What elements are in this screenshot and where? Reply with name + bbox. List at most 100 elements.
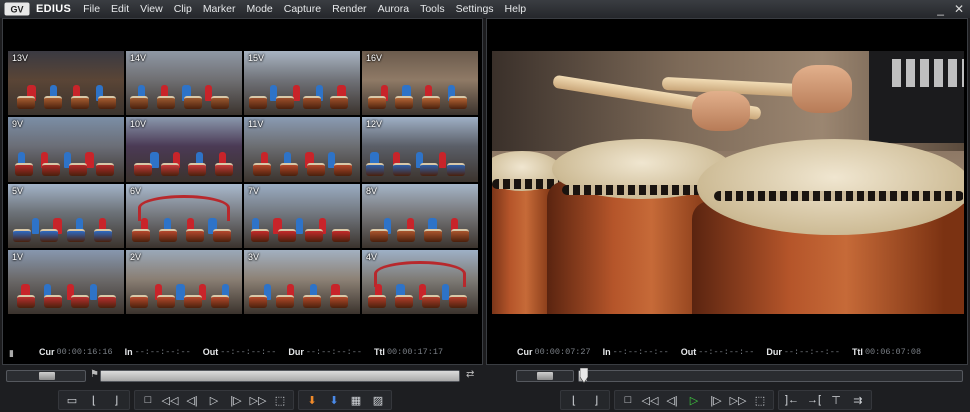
camera-cell-8v[interactable]: 8V: [362, 183, 478, 248]
multicam-grid: 13V 14V 15V 16V 9V 10V 11V 12V 5V 6V 7V 8V 1V 2V 3V 4V: [8, 51, 478, 314]
camera-label: 14V: [130, 53, 147, 63]
hand-right: [792, 65, 852, 113]
drum-shape: [332, 228, 350, 242]
minimize-button[interactable]: _: [937, 2, 944, 16]
stop-button[interactable]: □: [137, 391, 159, 409]
rec-rewind-button[interactable]: ◁◁: [639, 391, 661, 409]
drum-shape: [71, 96, 89, 110]
split-icon[interactable]: ▨: [367, 391, 389, 409]
transport-bar: ⚑ ⇄ ▭ ⌊ ⌋ □ ◁◁ ◁| ▷ |▷ ▷▷ ⬚ ⬇ ⬇ ▦ ▨ ⌊ ⌋ …: [0, 365, 970, 412]
fast-forward-button[interactable]: ▷▷: [247, 391, 269, 409]
drum-shape: [330, 295, 348, 308]
recorder-out-value: --:--:--:--: [698, 347, 755, 357]
recorder-position-slider[interactable]: [578, 370, 963, 382]
step-forward-button[interactable]: |▷: [225, 391, 247, 409]
camera-cell-4v[interactable]: 4V: [362, 249, 478, 314]
loop-button[interactable]: ⬚: [269, 391, 291, 409]
play-button[interactable]: ▷: [203, 391, 225, 409]
player-controls: ▭ ⌊ ⌋ □ ◁◁ ◁| ▷ |▷ ▷▷ ⬚ ⬇ ⬇ ▦ ▨: [58, 390, 396, 410]
camera-cell-3v[interactable]: 3V: [244, 249, 360, 314]
rec-step-forward-button[interactable]: |▷: [705, 391, 727, 409]
drum-shape: [397, 228, 415, 242]
menu-aurora[interactable]: Aurora: [378, 3, 410, 15]
trim-icon[interactable]: ⊤: [825, 391, 847, 409]
camera-label: 7V: [248, 185, 260, 196]
overwrite-to-timeline-icon[interactable]: ⬇: [323, 391, 345, 409]
drum-shape: [395, 295, 413, 308]
drum-shape: [395, 96, 413, 110]
menu-bar: GV EDIUS File Edit View Clip Marker Mode…: [0, 0, 970, 18]
camera-cell-5v[interactable]: 5V: [8, 183, 124, 248]
rec-loop-button[interactable]: ⬚: [749, 391, 771, 409]
set-in-button[interactable]: ⌊: [83, 391, 105, 409]
camera-cell-2v[interactable]: 2V: [126, 249, 242, 314]
drum-shape: [424, 228, 442, 242]
camera-label: 5V: [12, 185, 24, 196]
recorder-in-label: In: [602, 347, 611, 357]
drum-shape: [422, 96, 440, 110]
close-button[interactable]: ✕: [954, 2, 964, 16]
camera-cell-10v[interactable]: 10V: [126, 117, 242, 182]
camera-cell-16v[interactable]: 16V: [362, 51, 478, 116]
playhead-icon[interactable]: [580, 368, 588, 384]
drum-shape: [420, 162, 438, 176]
player-ttl-value: 00:00:17:17: [386, 347, 444, 357]
menu-render[interactable]: Render: [332, 3, 366, 15]
rec-fast-forward-button[interactable]: ▷▷: [727, 391, 749, 409]
camera-label: 2V: [130, 251, 142, 262]
menu-mode[interactable]: Mode: [246, 3, 272, 15]
menu-help[interactable]: Help: [505, 3, 527, 15]
camera-cell-15v[interactable]: 15V: [244, 51, 360, 116]
multicam-mode-icon[interactable]: ▭: [61, 391, 83, 409]
camera-cell-11v[interactable]: 11V: [244, 117, 360, 182]
rec-step-back-button[interactable]: ◁|: [661, 391, 683, 409]
menu-tools[interactable]: Tools: [420, 3, 445, 15]
menu-clip[interactable]: Clip: [174, 3, 192, 15]
export-icon[interactable]: ⇉: [847, 391, 869, 409]
drum-shape: [330, 96, 348, 110]
menu-edit[interactable]: Edit: [111, 3, 129, 15]
player-shuttle-slider[interactable]: [6, 370, 86, 382]
svg-text:GV: GV: [10, 5, 23, 15]
camera-cell-6v[interactable]: 6V: [126, 183, 242, 248]
drum-shape: [94, 228, 112, 242]
next-edit-icon[interactable]: →[: [803, 391, 825, 409]
recorder-dur-value: --:--:--:--: [783, 347, 840, 357]
rec-set-out-button[interactable]: ⌋: [585, 391, 607, 409]
performer-shirt: [869, 51, 964, 143]
camera-cell-9v[interactable]: 9V: [8, 117, 124, 182]
drum-shape: [449, 295, 467, 308]
gv-logo-icon: GV: [4, 2, 30, 16]
menu-view[interactable]: View: [140, 3, 163, 15]
sync-icon[interactable]: ⇄: [466, 369, 474, 380]
insert-to-timeline-icon[interactable]: ⬇: [301, 391, 323, 409]
camera-label: 3V: [248, 251, 260, 262]
add-to-bin-icon[interactable]: ▦: [345, 391, 367, 409]
drum-shape: [451, 228, 469, 242]
recorder-shuttle-slider[interactable]: [516, 370, 574, 382]
player-ttl-label: Ttl: [373, 347, 385, 357]
drum-shape: [130, 96, 148, 110]
camera-cell-13v[interactable]: 13V: [8, 51, 124, 116]
drum-shape: [249, 295, 267, 308]
rec-play-button[interactable]: ▷: [683, 391, 705, 409]
drum-shape: [134, 162, 152, 176]
set-out-button[interactable]: ⌋: [105, 391, 127, 409]
rec-set-in-button[interactable]: ⌊: [563, 391, 585, 409]
camera-cell-7v[interactable]: 7V: [244, 183, 360, 248]
prev-edit-icon[interactable]: ]←: [781, 391, 803, 409]
camera-label: 8V: [366, 185, 378, 196]
menu-file[interactable]: File: [83, 3, 100, 15]
menu-capture[interactable]: Capture: [284, 3, 321, 15]
step-back-button[interactable]: ◁|: [181, 391, 203, 409]
drum-shape: [211, 295, 229, 308]
drum-shape: [334, 162, 352, 176]
rewind-button[interactable]: ◁◁: [159, 391, 181, 409]
camera-cell-14v[interactable]: 14V: [126, 51, 242, 116]
player-position-slider[interactable]: [100, 370, 460, 382]
menu-settings[interactable]: Settings: [456, 3, 494, 15]
camera-cell-12v[interactable]: 12V: [362, 117, 478, 182]
rec-stop-button[interactable]: □: [617, 391, 639, 409]
menu-marker[interactable]: Marker: [203, 3, 236, 15]
camera-cell-1v[interactable]: 1V: [8, 249, 124, 314]
